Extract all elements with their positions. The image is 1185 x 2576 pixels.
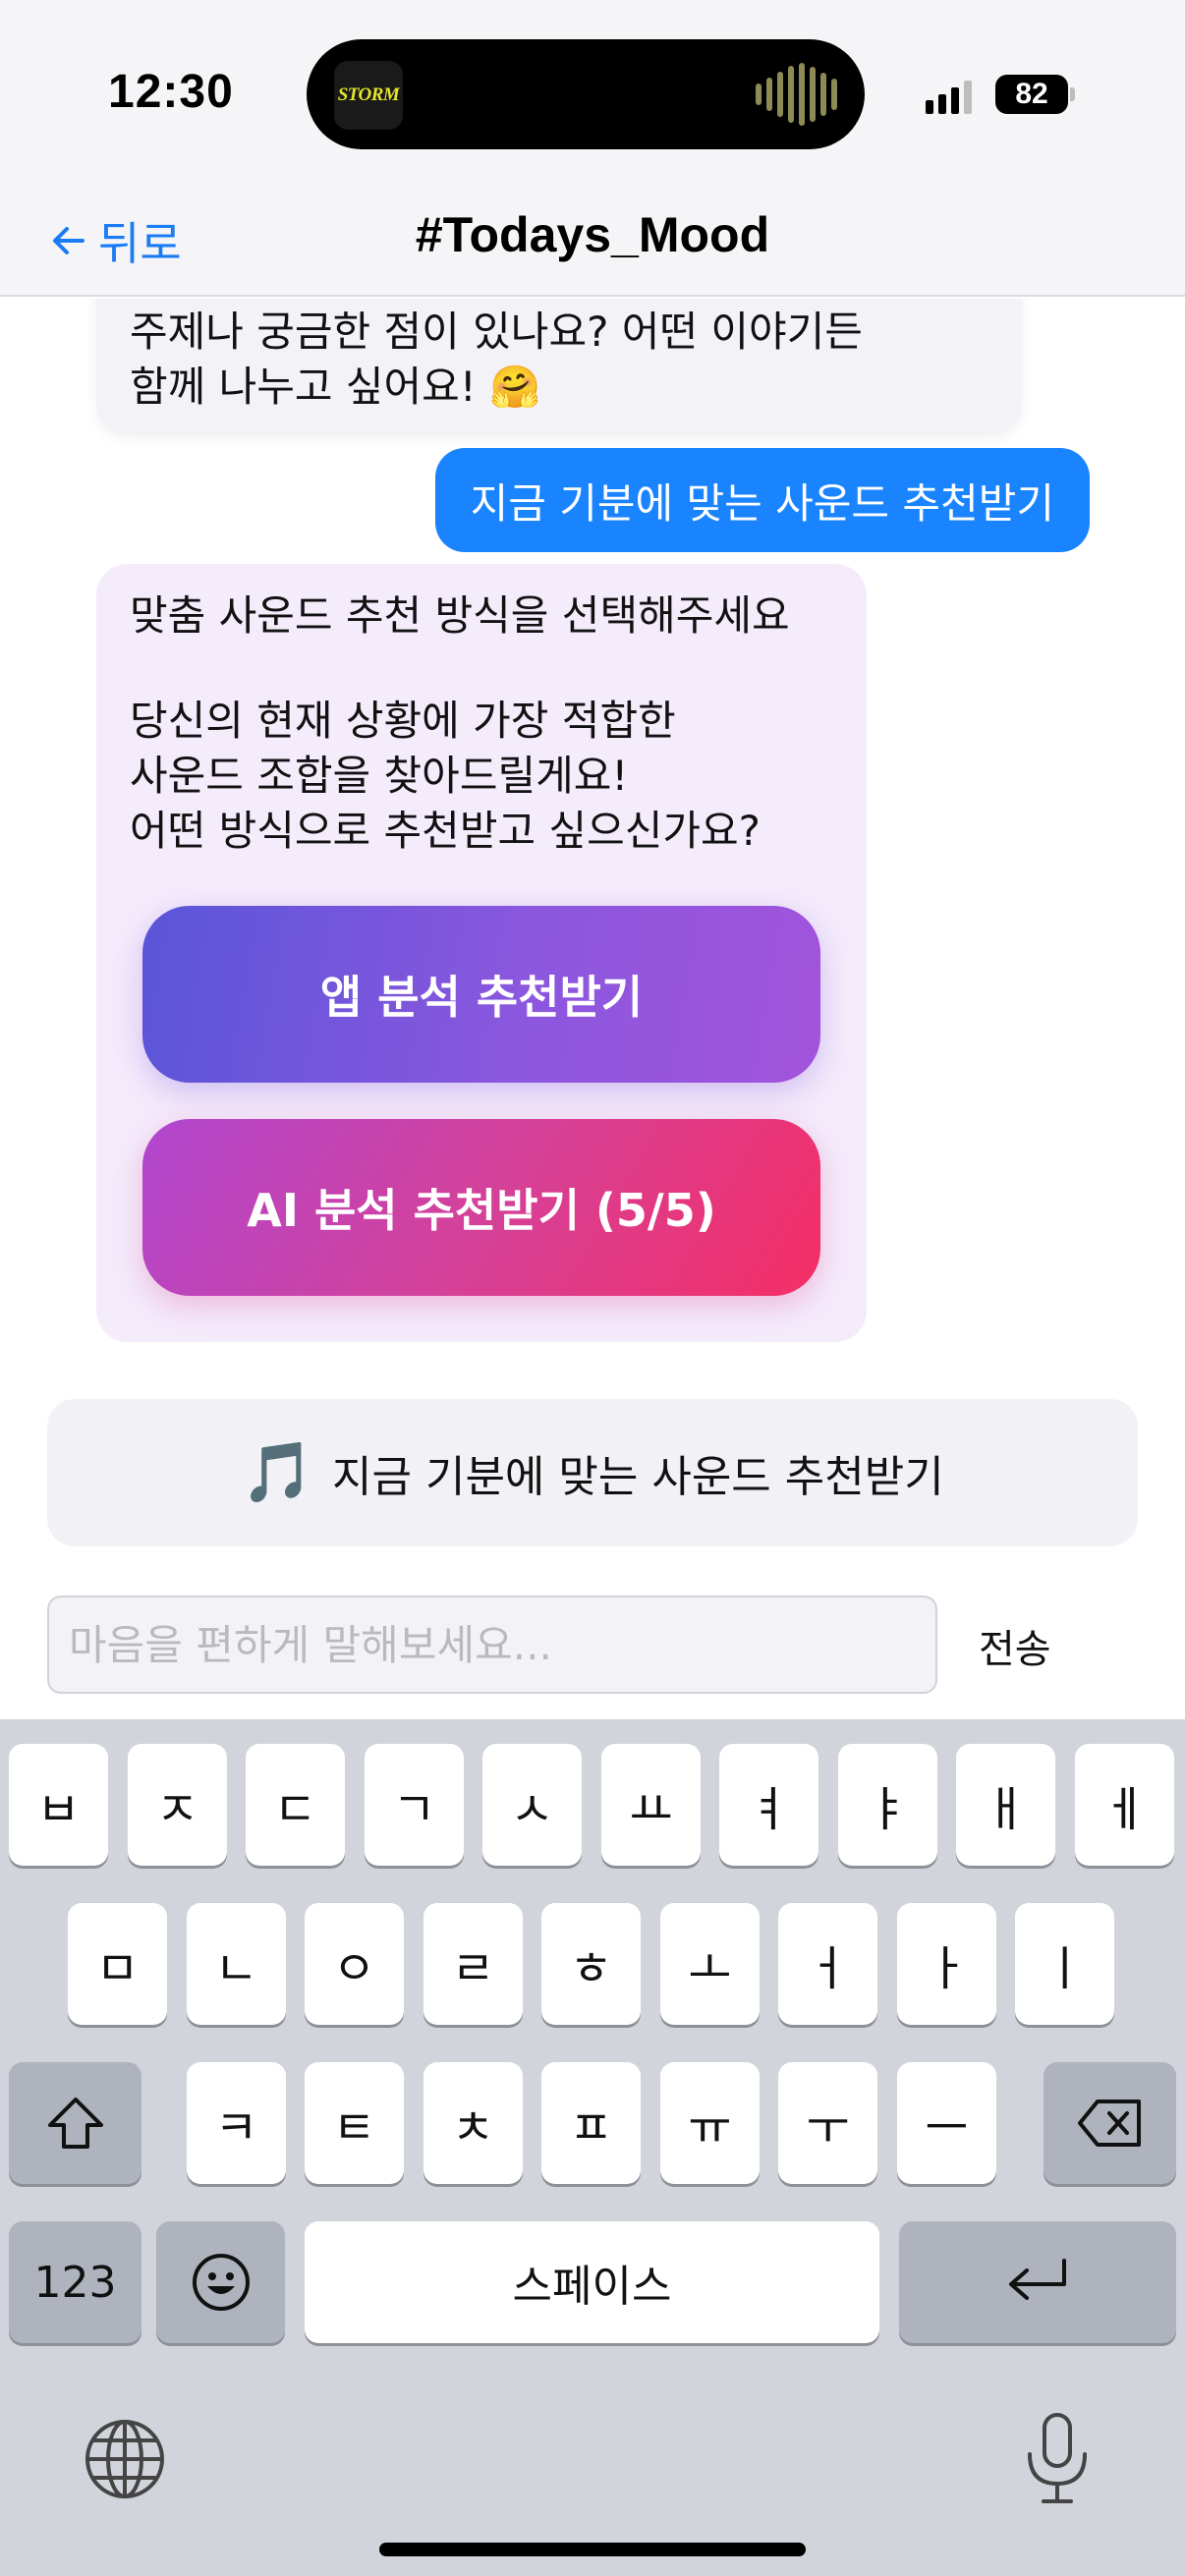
user-message-text: 지금 기분에 맞는 사운드 추천받기 [470, 478, 1054, 528]
status-time: 12:30 [108, 66, 234, 118]
key-r[interactable]: ㄹ [423, 1903, 523, 2025]
key-n[interactable]: ㄴ [187, 1903, 286, 2025]
battery-cap [1070, 87, 1075, 101]
key-k[interactable]: ㅋ [187, 2062, 286, 2184]
home-indicator[interactable] [379, 2543, 806, 2556]
ai-analysis-button-label: AI 분석 추천받기 (5/5) [247, 1184, 716, 1237]
previous-bot-message-text: 주제나 궁금한 점이 있나요? 어떤 이야기든 함께 나누고 싶어요! 🤗 [130, 308, 863, 411]
navigation-bar: 뒤로 #Todays_Mood [0, 187, 1185, 297]
space-key[interactable]: 스페이스 [305, 2221, 879, 2343]
key-eo[interactable]: ㅓ [778, 1903, 877, 2025]
return-key[interactable] [899, 2221, 1176, 2343]
korean-keyboard: ㅂ ㅈ ㄷ ㄱ ㅅ ㅛ ㅕ ㅑ ㅐ ㅔ ㅁ ㄴ ㅇ ㄹ ㅎ ㅗ ㅓ ㅏ ㅣ ㅋ … [0, 1719, 1185, 2576]
message-input[interactable] [47, 1596, 937, 1694]
sound-recommend-label: 지금 기분에 맞는 사운드 추천받기 [332, 1452, 944, 1502]
key-yu[interactable]: ㅠ [660, 2062, 760, 2184]
key-ng[interactable]: ㅇ [305, 1903, 404, 2025]
key-yo[interactable]: ㅛ [601, 1744, 701, 1866]
shift-icon [47, 2098, 103, 2149]
key-yeo[interactable]: ㅕ [719, 1744, 818, 1866]
key-a[interactable]: ㅏ [897, 1903, 996, 2025]
battery-level: 82 [1015, 78, 1048, 110]
key-eu[interactable]: ㅡ [897, 2062, 996, 2184]
send-button[interactable]: 전송 [979, 1617, 1051, 1674]
sound-recommend-button[interactable]: 🎵 지금 기분에 맞는 사운드 추천받기 [47, 1399, 1138, 1546]
ai-analysis-button[interactable]: AI 분석 추천받기 (5/5) [142, 1119, 820, 1296]
now-playing-app-logo: STORM [334, 61, 403, 130]
page-title: #Todays_Mood [415, 207, 770, 262]
emoji-key[interactable] [156, 2221, 285, 2343]
app-analysis-button-label: 앱 분석 추천받기 [319, 971, 644, 1024]
backspace-icon [1077, 2100, 1141, 2147]
return-icon [1009, 2259, 1066, 2300]
bot-recommendation-message: 맞춤 사운드 추천 방식을 선택해주세요 당신의 현재 상황에 가장 적합한 사… [96, 564, 867, 1342]
bot-message-body: 당신의 현재 상황에 가장 적합한 사운드 조합을 찾아드릴게요! 어떤 방식으… [130, 697, 761, 855]
status-bar: 12:30 STORM 82 [0, 0, 1185, 187]
shift-key[interactable] [9, 2062, 141, 2184]
dynamic-island[interactable]: STORM [307, 39, 865, 149]
key-t[interactable]: ㅌ [305, 2062, 404, 2184]
key-ch[interactable]: ㅊ [423, 2062, 523, 2184]
key-ya[interactable]: ㅑ [838, 1744, 937, 1866]
key-g[interactable]: ㄱ [365, 1744, 464, 1866]
key-o[interactable]: ㅗ [660, 1903, 760, 2025]
user-message: 지금 기분에 맞는 사운드 추천받기 [434, 448, 1090, 552]
key-d[interactable]: ㄷ [246, 1744, 345, 1866]
message-composer: 전송 [0, 1572, 1185, 1719]
key-h[interactable]: ㅎ [541, 1903, 641, 2025]
app-analysis-button[interactable]: 앱 분석 추천받기 [142, 906, 820, 1083]
microphone-button[interactable] [1018, 2409, 1097, 2507]
microphone-icon [1028, 2413, 1087, 2503]
key-e[interactable]: ㅔ [1075, 1744, 1174, 1866]
chat-area[interactable]: 주제나 궁금한 점이 있나요? 어떤 이야기든 함께 나누고 싶어요! 🤗 지금… [0, 299, 1185, 1718]
key-j[interactable]: ㅈ [128, 1744, 227, 1866]
backspace-key[interactable] [1044, 2062, 1176, 2184]
key-m[interactable]: ㅁ [68, 1903, 167, 2025]
key-b[interactable]: ㅂ [9, 1744, 108, 1866]
bot-message-title: 맞춤 사운드 추천 방식을 선택해주세요 [130, 591, 790, 640]
key-p[interactable]: ㅍ [541, 2062, 641, 2184]
app-logo-text: STORM [337, 84, 400, 105]
music-note-icon: 🎵 [241, 1438, 315, 1507]
key-ae[interactable]: ㅐ [956, 1744, 1055, 1866]
signal-icon [926, 81, 972, 114]
battery-icon: 82 [995, 75, 1068, 114]
globe-icon [85, 2420, 164, 2498]
previous-bot-message: 주제나 궁금한 점이 있나요? 어떤 이야기든 함께 나누고 싶어요! 🤗 [96, 299, 1022, 434]
key-i[interactable]: ㅣ [1015, 1903, 1114, 2025]
audio-waveform-icon [756, 63, 837, 126]
globe-button[interactable] [81, 2415, 169, 2503]
numbers-key[interactable]: 123 [9, 2221, 141, 2343]
emoji-icon [192, 2254, 250, 2311]
key-u[interactable]: ㅜ [778, 2062, 877, 2184]
key-s[interactable]: ㅅ [482, 1744, 582, 1866]
